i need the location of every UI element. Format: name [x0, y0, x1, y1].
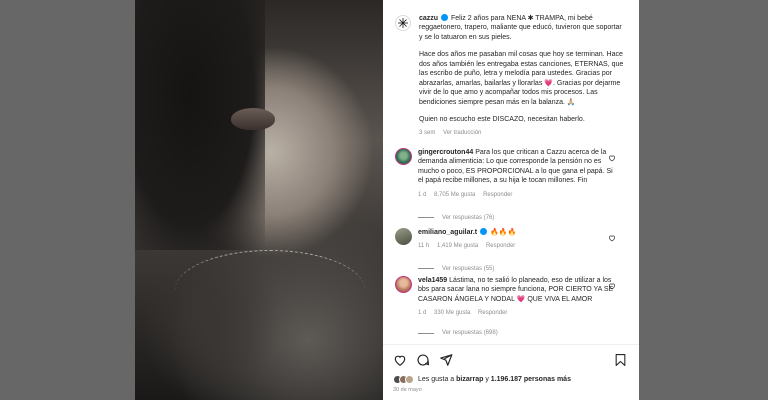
heart-icon[interactable] — [393, 353, 407, 367]
comment-item: emiliano_aguilar.t 🔥🔥🔥 11 h 1,419 Me gus… — [395, 228, 627, 273]
comment-time: 11 h — [418, 243, 430, 250]
reply-button[interactable]: Responder — [486, 243, 515, 249]
comment-item: vela1459 Lástima, no te salió lo planead… — [395, 276, 627, 338]
liker-avatars — [393, 375, 414, 385]
replies-divider — [418, 217, 434, 219]
photo-lips — [231, 108, 275, 130]
like-comment-icon[interactable] — [608, 234, 616, 242]
verified-icon — [480, 228, 488, 235]
comment-body: emiliano_aguilar.t 🔥🔥🔥 11 h 1,419 Me gus… — [418, 228, 618, 273]
comment-icon[interactable] — [416, 353, 430, 367]
photo-necklace — [175, 250, 365, 330]
view-replies[interactable]: Ver respuestas (76) — [418, 214, 618, 222]
reply-button[interactable]: Responder — [478, 310, 507, 316]
replies-divider — [418, 332, 434, 334]
commenter-avatar[interactable] — [395, 276, 412, 293]
post-date: 30 de mayo — [393, 387, 422, 393]
commenter-avatar[interactable] — [395, 148, 412, 165]
comment-likes[interactable]: 330 Me gusta — [434, 310, 470, 316]
comment-body: gingercrouton44 Para los que critican a … — [418, 148, 618, 222]
reply-button[interactable]: Responder — [483, 192, 512, 198]
view-replies-label[interactable]: Ver respuestas (76) — [442, 214, 494, 222]
post-photo[interactable] — [135, 0, 383, 400]
comment-body: vela1459 Lástima, no te salió lo planead… — [418, 276, 618, 338]
commenter-username[interactable]: vela1459 — [418, 277, 447, 284]
view-replies-label[interactable]: Ver respuestas (698) — [442, 329, 498, 337]
caption-text-3: Quien no escucho este DISCAZO, necesitan… — [419, 115, 585, 123]
commenter-avatar[interactable] — [395, 228, 412, 245]
verified-icon — [441, 14, 449, 21]
view-replies[interactable]: Ver respuestas (698) — [418, 329, 618, 337]
liker-avatar[interactable] — [405, 375, 414, 385]
author-username[interactable]: cazzu — [419, 15, 438, 22]
translate-link[interactable]: Ver traducción — [443, 130, 481, 136]
caption-time: 3 sem — [419, 130, 436, 137]
caption-text-1: Feliz 2 años para NENA ✱ TRAMPA, mi bebé… — [419, 15, 622, 41]
comment-item: gingercrouton44 Para los que critican a … — [395, 148, 627, 222]
caption-text-2: Hace dos años me pasaban mil cosas que h… — [419, 51, 624, 106]
comment-text: 🔥🔥🔥 — [490, 229, 517, 236]
comment-time: 1 d — [418, 191, 427, 198]
likes-summary: Les gusta a bizarrap y 1.196.187 persona… — [393, 375, 571, 385]
post-actions: Les gusta a bizarrap y 1.196.187 persona… — [383, 344, 639, 400]
likes-join: y — [485, 376, 489, 383]
like-comment-icon[interactable] — [608, 282, 616, 290]
like-comment-icon[interactable] — [608, 154, 616, 162]
comment-meta: 11 h 1,419 Me gusta Responder — [418, 242, 618, 250]
post-caption: cazzu Feliz 2 años para NENA ✱ TRAMPA, m… — [383, 0, 639, 137]
view-replies-label[interactable]: Ver respuestas (55) — [442, 265, 494, 273]
likes-prefix: Les gusta a — [418, 376, 455, 383]
caption-body: cazzu Feliz 2 años para NENA ✱ TRAMPA, m… — [419, 14, 627, 137]
caption-meta: 3 sem Ver traducción — [419, 129, 627, 137]
action-row — [393, 353, 453, 367]
star-logo-icon — [398, 18, 408, 28]
liked-by-user[interactable]: bizarrap — [456, 375, 483, 384]
comment-meta: 1 d 330 Me gusta Responder — [418, 309, 618, 317]
author-avatar[interactable] — [395, 15, 411, 31]
commenter-username[interactable]: gingercrouton44 — [418, 149, 473, 156]
post-container: cazzu Feliz 2 años para NENA ✱ TRAMPA, m… — [135, 0, 639, 400]
comment-likes[interactable]: 1,419 Me gusta — [437, 243, 478, 249]
bookmark-icon[interactable] — [614, 353, 627, 367]
comment-text: Lástima, no te salió lo planeado, eso de… — [418, 277, 614, 303]
comment-meta: 1 d 8,705 Me gusta Responder — [418, 191, 618, 199]
post-sidebar: cazzu Feliz 2 años para NENA ✱ TRAMPA, m… — [383, 0, 639, 400]
likes-count[interactable]: 1.196.187 personas más — [491, 375, 571, 384]
replies-divider — [418, 268, 434, 270]
comment-time: 1 d — [418, 310, 427, 317]
view-replies[interactable]: Ver respuestas (55) — [418, 265, 618, 273]
share-icon[interactable] — [439, 353, 453, 367]
comment-likes[interactable]: 8,705 Me gusta — [434, 192, 475, 198]
commenter-username[interactable]: emiliano_aguilar.t — [418, 229, 477, 236]
